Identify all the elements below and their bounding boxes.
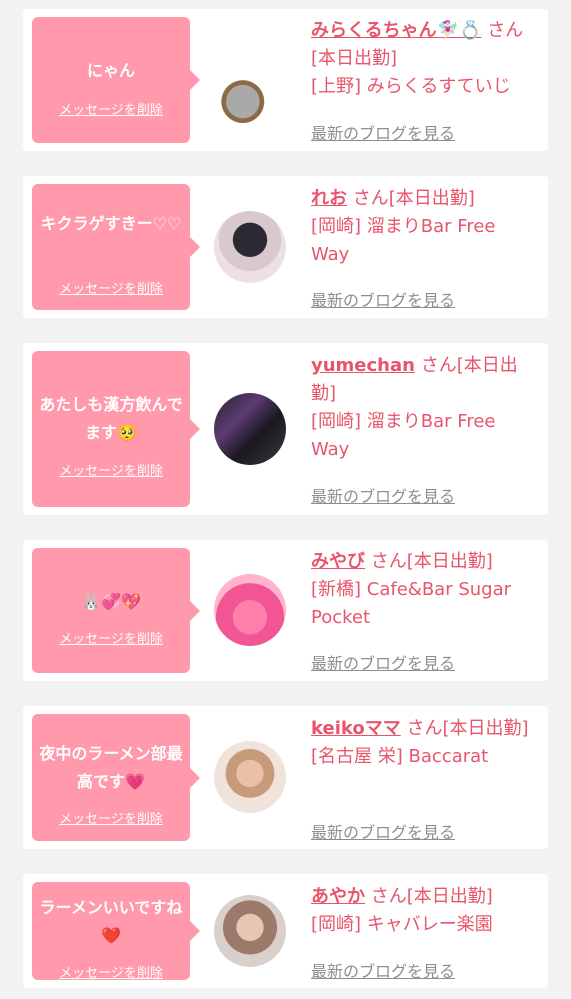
shop-name: みらくるすていじ: [366, 76, 511, 97]
cast-info: yumechan さん[本日出勤] [岡崎] 溜まりBar Free Way: [311, 352, 537, 464]
message-bubble: キクラゲすきー♡♡ メッセージを削除: [32, 184, 200, 310]
cat-avatar[interactable]: [214, 62, 286, 134]
cast-name-link[interactable]: みらくるちゃん🧚🏻‍♀️💍: [311, 20, 481, 41]
profile-avatar[interactable]: [214, 211, 286, 283]
blog-link[interactable]: 最新のブログを見る: [311, 120, 455, 144]
cast-info: みやび さん[本日出勤] [新橋] Cafe&Bar Sugar Pocket: [311, 548, 537, 632]
message-text: にゃん: [86, 61, 135, 80]
profile-avatar[interactable]: [214, 741, 286, 813]
area-label: [岡崎]: [311, 914, 362, 935]
area-label: [新橋]: [311, 579, 362, 600]
area-label: [岡崎]: [311, 411, 362, 432]
san-label: さん: [406, 718, 443, 739]
shop-name: キャバレー楽園: [366, 914, 493, 935]
message-text: あたしも漢方飲んでます🥺: [39, 395, 183, 442]
message-bubble: あたしも漢方飲んでます🥺 メッセージを削除: [32, 351, 200, 507]
area-label: [上野]: [311, 76, 362, 97]
cast-info: れお さん[本日出勤] [岡崎] 溜まりBar Free Way: [311, 185, 537, 269]
san-label: さん: [352, 188, 389, 209]
shop-name: Baccarat: [408, 746, 489, 767]
san-label: さん: [487, 20, 524, 41]
san-label: さん: [420, 355, 457, 376]
cast-info: keikoママ さん[本日出勤] [名古屋 栄] Baccarat: [311, 715, 537, 771]
profile-avatar[interactable]: [214, 895, 286, 967]
cast-name-link[interactable]: yumechan: [311, 355, 415, 376]
message-bubble: 🐰💞💖 メッセージを削除: [32, 548, 200, 673]
blog-link[interactable]: 最新のブログを見る: [311, 958, 455, 982]
profile-avatar[interactable]: [214, 393, 286, 465]
message-card: キクラゲすきー♡♡ メッセージを削除 れお さん[本日出勤] [岡崎] 溜まりB…: [23, 176, 548, 318]
message-card: にゃん メッセージを削除 みらくるちゃん🧚🏻‍♀️💍 さん [本日出勤] [上野]…: [23, 9, 548, 151]
message-bubble: ラーメンいいですね❤️ メッセージを削除: [32, 882, 200, 981]
area-label: [岡崎]: [311, 216, 362, 237]
san-label: さん: [370, 551, 407, 572]
message-bubble: 夜中のラーメン部最高です💗 メッセージを削除: [32, 714, 200, 841]
message-card: 夜中のラーメン部最高です💗 メッセージを削除 keikoママ さん[本日出勤] …: [23, 706, 548, 849]
cast-info: あやか さん[本日出勤] [岡崎] キャバレー楽園: [311, 883, 537, 939]
area-label: [名古屋 栄]: [311, 746, 403, 767]
delete-message-link[interactable]: メッセージを削除: [32, 278, 190, 297]
message-text: 🐰💞💖: [81, 592, 141, 611]
status-label: [本日出勤]: [406, 551, 493, 572]
cast-info: みらくるちゃん🧚🏻‍♀️💍 さん [本日出勤] [上野] みらくるすていじ: [311, 17, 537, 101]
cast-name-link[interactable]: あやか: [311, 886, 365, 907]
blog-link[interactable]: 最新のブログを見る: [311, 483, 455, 507]
message-text: ラーメンいいですね❤️: [39, 898, 183, 945]
status-label: [本日出勤]: [388, 188, 475, 209]
blog-link[interactable]: 最新のブログを見る: [311, 287, 455, 311]
san-label: さん: [370, 886, 407, 907]
message-text: キクラゲすきー♡♡: [40, 214, 182, 233]
delete-message-link[interactable]: メッセージを削除: [32, 460, 190, 479]
delete-message-link[interactable]: メッセージを削除: [32, 962, 190, 981]
status-label: [本日出勤]: [311, 48, 398, 69]
message-card: あたしも漢方飲んでます🥺 メッセージを削除 yumechan さん[本日出勤] …: [23, 343, 548, 515]
cast-name-link[interactable]: みやび: [311, 551, 365, 572]
blog-link[interactable]: 最新のブログを見る: [311, 819, 455, 843]
status-label: [本日出勤]: [406, 886, 493, 907]
cast-name-link[interactable]: keikoママ: [311, 718, 401, 739]
status-label: [本日出勤]: [442, 718, 529, 739]
blog-link[interactable]: 最新のブログを見る: [311, 650, 455, 674]
profile-avatar[interactable]: [214, 574, 286, 646]
message-card: 🐰💞💖 メッセージを削除 みやび さん[本日出勤] [新橋] Cafe&Bar …: [23, 540, 548, 681]
delete-message-link[interactable]: メッセージを削除: [32, 808, 190, 827]
delete-message-link[interactable]: メッセージを削除: [32, 628, 190, 647]
message-text: 夜中のラーメン部最高です💗: [39, 744, 183, 791]
message-card: ラーメンいいですね❤️ メッセージを削除 あやか さん[本日出勤] [岡崎] キ…: [23, 874, 548, 988]
delete-message-link[interactable]: メッセージを削除: [32, 99, 190, 118]
message-bubble: にゃん メッセージを削除: [32, 17, 200, 143]
cast-name-link[interactable]: れお: [311, 188, 347, 209]
